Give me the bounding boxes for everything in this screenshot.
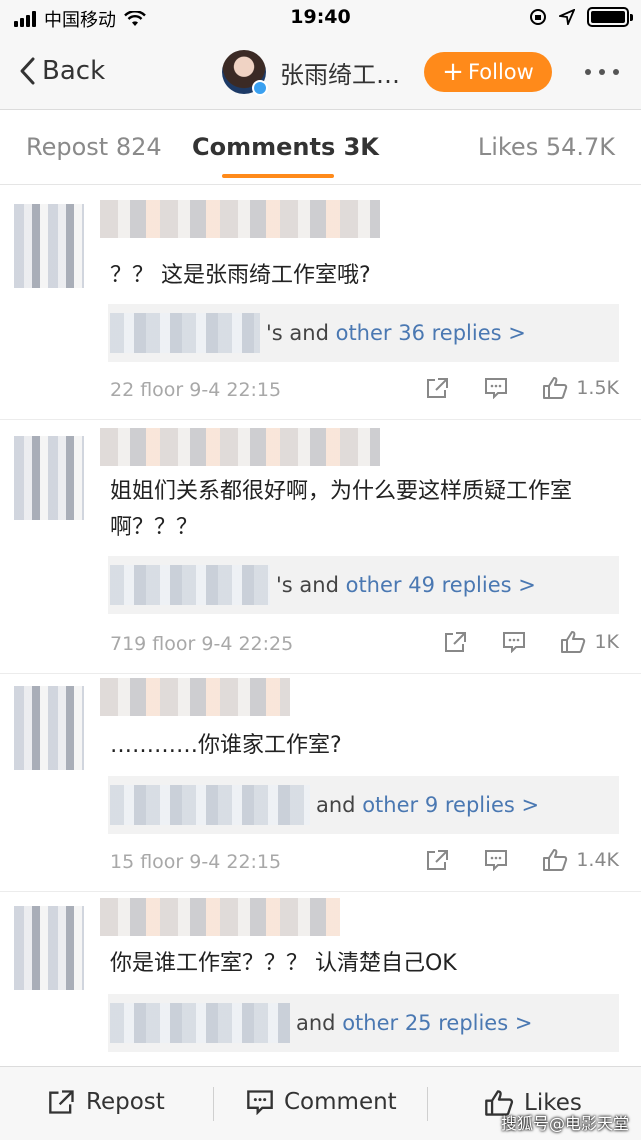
commenter-avatar[interactable] (14, 204, 84, 288)
commenter-name[interactable] (100, 898, 340, 936)
status-bar: 中国移动 19:40 (0, 0, 641, 36)
like-count: 1.5K (576, 377, 619, 399)
reply-icon[interactable] (502, 631, 526, 653)
comment-item: 姐姐们关系都很好啊，为什么要这样质疑工作室啊？？？ 's and other 4… (0, 420, 641, 674)
share-icon (49, 1090, 74, 1114)
commenter-avatar[interactable] (14, 686, 84, 770)
thumbs-up-icon (543, 849, 568, 871)
battery-icon (587, 7, 633, 27)
comment-text: 你是谁工作室？？？ 认清楚自己OK (110, 951, 457, 976)
comment-button[interactable]: Comment (246, 1089, 397, 1115)
page-title: 张雨绮工… (280, 60, 400, 89)
repost-label: Repost (86, 1089, 165, 1115)
comment-item: 你是谁工作室？？？ 认清楚自己OK and other 25 replies > (0, 892, 641, 1066)
reply-prefix: and (296, 1011, 336, 1035)
share-icon[interactable] (426, 377, 450, 399)
comment-meta: 15 floor 9-4 22:15 (110, 851, 282, 873)
comment-item: …………你谁家工作室? and other 9 replies > 15 flo… (0, 674, 641, 892)
reply-preview[interactable]: 's and other 49 replies > (108, 556, 619, 614)
chevron-left-icon (20, 57, 35, 85)
active-tab-indicator (222, 174, 334, 178)
reply-preview[interactable]: and other 25 replies > (108, 994, 619, 1052)
comment-text: ？？ 这是张雨绮工作室哦? (110, 263, 371, 288)
comment-meta: 719 floor 9-4 22:25 (110, 633, 294, 655)
like-count: 1.4K (576, 849, 619, 871)
tab-repost[interactable]: Repost 824 (26, 133, 162, 161)
more-replies-link[interactable]: other 49 replies > (346, 573, 536, 597)
back-label: Back (42, 56, 106, 86)
avatar[interactable] (222, 50, 268, 96)
location-icon (559, 9, 575, 25)
replier-name (110, 785, 310, 825)
reply-icon[interactable] (484, 849, 508, 871)
replier-name (110, 565, 270, 605)
comment-meta: 22 floor 9-4 22:15 (110, 379, 282, 401)
more-replies-link[interactable]: other 36 replies > (336, 321, 526, 345)
more-options-icon[interactable] (585, 69, 619, 75)
more-replies-link[interactable]: other 9 replies > (362, 793, 539, 817)
tab-bar: Repost 824 Comments 3K Likes 54.7K (0, 111, 641, 185)
reply-prefix: 's and (266, 321, 329, 345)
orientation-lock-icon (530, 9, 546, 25)
comment-text: 姐姐们关系都很好啊，为什么要这样质疑工作室啊？？？ (110, 479, 573, 540)
replier-name (110, 313, 260, 353)
like-button[interactable]: 1.4K (542, 848, 619, 872)
thumbs-up-icon (543, 377, 568, 399)
like-button[interactable]: 1.5K (542, 376, 619, 400)
commenter-avatar[interactable] (14, 906, 84, 990)
replier-name (110, 1003, 290, 1043)
reply-preview[interactable]: 's and other 36 replies > (108, 304, 619, 362)
commenter-name[interactable] (100, 200, 380, 238)
follow-label: Follow (467, 60, 534, 84)
divider (427, 1087, 428, 1121)
like-button[interactable]: 1K (560, 630, 619, 654)
tab-likes[interactable]: Likes 54.7K (478, 133, 615, 161)
divider (213, 1087, 214, 1121)
comment-label: Comment (284, 1089, 397, 1115)
comment-text: …………你谁家工作室? (110, 733, 342, 758)
commenter-name[interactable] (100, 428, 380, 466)
plus-icon: + (442, 57, 464, 87)
nav-bar: Back 张雨绮工… + Follow (0, 36, 641, 110)
commenter-name[interactable] (100, 678, 290, 716)
reply-prefix: 's and (276, 573, 339, 597)
tab-comments[interactable]: Comments 3K (192, 133, 379, 161)
repost-button[interactable]: Repost (48, 1089, 165, 1115)
share-icon[interactable] (426, 849, 450, 871)
share-icon[interactable] (444, 631, 468, 653)
follow-button[interactable]: + Follow (424, 52, 552, 92)
watermark: 搜狐号@电影天堂 (500, 1114, 629, 1133)
commenter-avatar[interactable] (14, 436, 84, 520)
like-count: 1K (594, 631, 619, 653)
back-button[interactable]: Back (18, 56, 105, 86)
verified-icon (252, 80, 268, 96)
comment-icon (247, 1090, 273, 1115)
reply-prefix: and (316, 793, 356, 817)
more-replies-link[interactable]: other 25 replies > (342, 1011, 532, 1035)
thumbs-up-icon (561, 631, 586, 653)
comment-item: ？？ 这是张雨绮工作室哦? 's and other 36 replies > … (0, 186, 641, 420)
reply-preview[interactable]: and other 9 replies > (108, 776, 619, 834)
reply-icon[interactable] (484, 377, 508, 399)
